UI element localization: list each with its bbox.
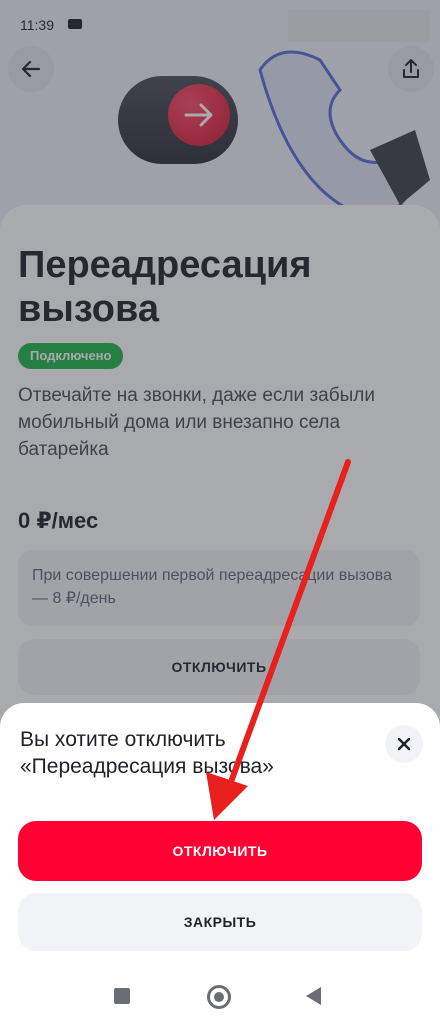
recents-button[interactable] bbox=[114, 988, 130, 1004]
close-icon bbox=[397, 737, 411, 751]
home-dot-icon bbox=[214, 992, 224, 1002]
dialog-title: Вы хотите отключить «Переадресация вызов… bbox=[20, 728, 274, 778]
dialog-close-button[interactable] bbox=[385, 725, 423, 763]
system-back-button[interactable] bbox=[306, 987, 321, 1005]
confirm-disable-button[interactable]: ОТКЛЮЧИТЬ bbox=[18, 821, 422, 881]
cancel-button[interactable]: ЗАКРЫТЬ bbox=[18, 893, 422, 951]
system-nav-bar bbox=[0, 968, 440, 1024]
